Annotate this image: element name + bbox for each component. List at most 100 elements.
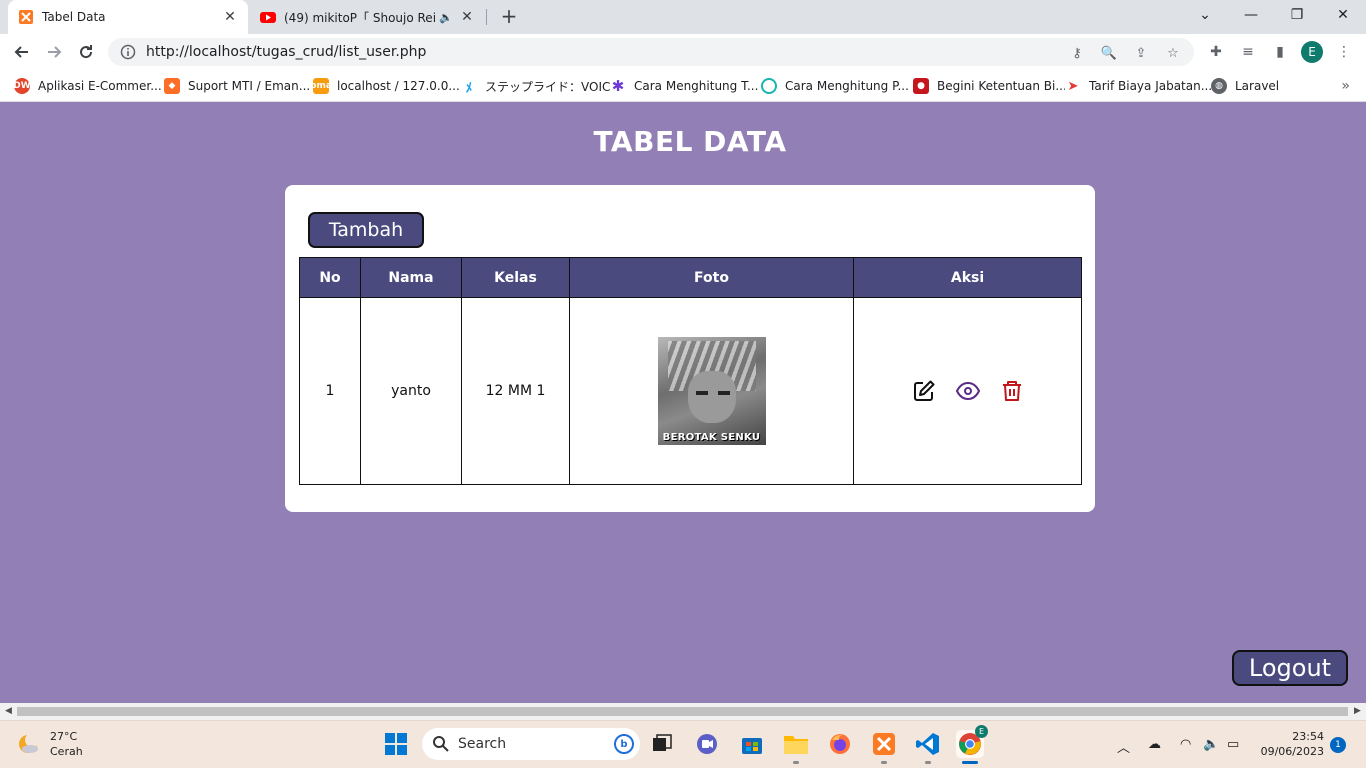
tab-title: Tabel Data [42, 10, 106, 24]
extensions-icon[interactable]: ✚ [1206, 42, 1226, 62]
star-icon: ✱ [610, 77, 626, 95]
file-explorer-button[interactable] [782, 730, 810, 758]
minimize-button[interactable]: — [1228, 0, 1274, 30]
bookmark-label: Aplikasi E-Commer... [38, 79, 162, 93]
chat-button[interactable] [693, 730, 721, 758]
youtube-icon [260, 12, 276, 23]
arrow-right-icon [48, 46, 62, 58]
menu-icon[interactable]: ⋮ [1334, 42, 1354, 62]
notification-badge[interactable]: 1 [1330, 737, 1346, 753]
view-icon[interactable] [955, 379, 980, 403]
cell-no: 1 [299, 297, 361, 485]
forward-button[interactable] [40, 38, 68, 66]
tab-tabel-data[interactable]: Tabel Data ✕ [8, 0, 248, 34]
horizontal-scrollbar[interactable]: ◀ ▶ [0, 703, 1366, 720]
user-photo: BEROTAK SENKU [657, 337, 766, 445]
clock-date: 09/06/2023 [1260, 745, 1324, 758]
bookmark-label: Laravel [1235, 79, 1280, 93]
bookmark-item[interactable]: ﾒ ステップライド：VOIC... [461, 76, 622, 96]
photo-caption: BEROTAK SENKU [662, 432, 761, 443]
tab-title: (49) mikitoP「 Shoujo Rei 」M [284, 10, 439, 25]
column-header-aksi: Aksi [853, 257, 1082, 298]
chat-icon [697, 734, 717, 754]
close-tab-icon[interactable]: ✕ [222, 9, 238, 25]
restore-button[interactable]: ❐ [1274, 0, 1320, 30]
task-view-icon [653, 734, 672, 751]
column-header-nama: Nama [360, 257, 462, 298]
data-table: No Nama Kelas Foto Aksi 1 yanto 12 MM 1 [299, 257, 1082, 485]
bookmark-item[interactable]: ◍ Laravel [1211, 76, 1279, 96]
info-icon[interactable] [120, 44, 136, 60]
back-button[interactable] [8, 38, 36, 66]
bookmark-item[interactable]: ➤ Tarif Biaya Jabatan... [1065, 76, 1212, 96]
page-title: TABEL DATA [593, 125, 787, 158]
share-icon[interactable]: ⇪ [1132, 44, 1150, 62]
volume-icon[interactable]: 🔈 [1203, 737, 1219, 752]
search-label: Search [458, 736, 507, 752]
bookmark-star-icon[interactable]: ☆ [1164, 44, 1182, 62]
reload-button[interactable] [72, 38, 100, 66]
cell-aksi [853, 297, 1082, 485]
bookmark-item[interactable]: ✱ Cara Menghitung T... [610, 76, 758, 96]
scrollbar-thumb[interactable] [17, 707, 1348, 716]
media-control-icon[interactable]: ≡ [1238, 42, 1258, 62]
onedrive-cloud-icon[interactable]: ☁ [1148, 737, 1161, 752]
bookmark-item[interactable]: Cara Menghitung P... [761, 76, 909, 96]
tab-youtube[interactable]: (49) mikitoP「 Shoujo Rei 」M 🔈 ✕ [250, 0, 485, 34]
table-header-row: No Nama Kelas Foto Aksi [299, 257, 1082, 298]
windows-icon [385, 733, 407, 755]
more-bookmarks-icon[interactable]: » [1341, 78, 1350, 94]
url-text[interactable]: http://localhost/tugas_crud/list_user.ph… [146, 44, 426, 60]
search-icon [433, 736, 449, 752]
battery-icon[interactable]: ▭ [1227, 737, 1239, 752]
task-view-button[interactable] [648, 730, 676, 758]
bookmark-label: Cara Menghitung T... [634, 79, 759, 93]
store-icon [742, 738, 762, 754]
edit-icon[interactable] [912, 379, 936, 403]
side-panel-icon[interactable]: ▮ [1270, 42, 1290, 62]
phpmyadmin-icon: pma [310, 78, 332, 94]
bookmark-item[interactable]: ● Begini Ketentuan Bi... [913, 76, 1067, 96]
tab-search-chevron-icon[interactable]: ⌄ [1182, 0, 1228, 30]
close-window-button[interactable]: ✕ [1320, 0, 1366, 30]
table-card: Tambah No Nama Kelas Foto Aksi 1 yanto 1… [285, 185, 1095, 512]
speaker-icon[interactable]: 🔈 [439, 11, 453, 24]
store-button[interactable] [738, 730, 766, 758]
add-button[interactable]: Tambah [308, 212, 424, 248]
chrome-button[interactable]: E [956, 725, 988, 758]
delete-icon[interactable] [1000, 379, 1024, 403]
zoom-icon[interactable]: 🔍 [1100, 44, 1118, 62]
wifi-icon[interactable]: ◠ [1180, 737, 1191, 752]
gitlab-icon: ◆ [164, 78, 180, 94]
start-button[interactable] [382, 730, 410, 758]
logout-button[interactable]: Logout [1232, 650, 1348, 686]
bookmark-item[interactable]: DW Aplikasi E-Commer... [13, 76, 162, 96]
bookmark-item[interactable]: ◆ Suport MTI / Eman... [164, 76, 310, 96]
weather-desc: Cerah [50, 745, 83, 758]
circle-icon [761, 78, 777, 94]
scroll-right-icon[interactable]: ▶ [1354, 706, 1361, 716]
address-bar[interactable]: http://localhost/tugas_crud/list_user.ph… [108, 38, 1194, 66]
bookmarks-bar: DW Aplikasi E-Commer... ◆ Suport MTI / Ema… [0, 70, 1366, 102]
system-clock[interactable]: 23:54 09/06/2023 [1254, 729, 1324, 759]
xampp-button[interactable] [870, 730, 898, 758]
arrow-left-icon [14, 46, 28, 58]
show-hidden-icons-chevron-icon[interactable]: ︿ [1117, 737, 1130, 756]
bing-icon[interactable]: b [614, 734, 634, 754]
weather-widget[interactable]: 27°C Cerah [16, 729, 83, 759]
profile-avatar[interactable]: E [1301, 41, 1323, 63]
steplide-icon: ﾒ [461, 78, 477, 96]
taskbar-search[interactable]: Search b [422, 728, 640, 760]
cell-nama: yanto [360, 297, 462, 485]
bookmark-item[interactable]: pma localhost / 127.0.0.... [310, 76, 464, 96]
firefox-button[interactable] [826, 730, 854, 758]
key-icon[interactable]: ⚷ [1068, 44, 1086, 62]
bookmark-label: Tarif Biaya Jabatan... [1089, 79, 1213, 93]
new-tab-button[interactable]: + [498, 5, 520, 27]
bookmark-label: Begini Ketentuan Bi... [937, 79, 1067, 93]
vscode-button[interactable] [914, 730, 942, 758]
scroll-left-icon[interactable]: ◀ [5, 706, 12, 716]
active-app-indicator [962, 761, 978, 764]
bookmark-label: Suport MTI / Eman... [188, 79, 311, 93]
close-tab-icon[interactable]: ✕ [459, 9, 475, 25]
